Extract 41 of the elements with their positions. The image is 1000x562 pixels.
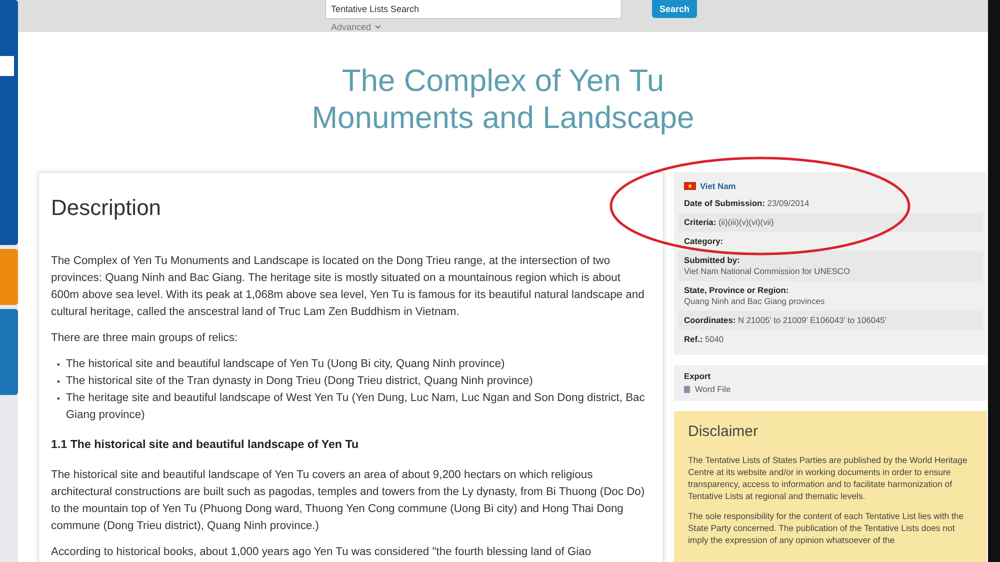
search-button[interactable]: Search	[652, 0, 697, 18]
field-label: Ref.:	[684, 334, 703, 344]
sidebar-panel	[0, 249, 18, 305]
document-icon	[684, 386, 690, 393]
country-link[interactable]: Viet Nam	[700, 181, 736, 191]
field-value: Viet Nam National Commission for UNESCO	[684, 266, 851, 277]
flag-icon	[684, 182, 696, 190]
field-label: Category:	[684, 236, 724, 246]
subheading: 1.1 The historical site and beautiful landscape of Yen Tu	[51, 438, 360, 451]
page-title: Monuments and Landscape	[312, 99, 694, 136]
field-value: N 21005' to 21009' E106043' to 106045'	[736, 315, 886, 325]
field-label: Submitted by:	[684, 255, 740, 265]
field-label: State, Province or Region:	[684, 285, 789, 295]
list-item: The heritage site and beautiful landscape of West Yen Tu (Yen Dung, Luc Nam, Luc Ngan and Son Dong district, Bac Giang province)	[66, 391, 646, 423]
field-label: Criteria:	[684, 217, 716, 227]
list-item: The historical site of the Tran dynasty in Dong Trieu (Dong Trieu district, Quang Ninh province)	[66, 374, 533, 389]
page-title: The Complex of Yen Tu	[342, 62, 664, 99]
bullet-marker: ▪	[57, 359, 60, 371]
caret-icon	[375, 25, 382, 29]
bullet-marker: ▪	[57, 376, 60, 388]
paragraph: The Complex of Yen Tu Monuments and Landscape is located on the Dong Trieu range, at the intersection of two provinces: Quang Ninh and Bac Giang. The heritage site is mostly situated on a mountainous region which is about 600m above sea level. With its peak at 1,068m above sea level, Yen Tu is famous for its beautiful natural landscape and cultural heritage, called the anscestral land of Truc Lam Zen Buddhism in Vietnam.	[51, 254, 646, 320]
paragraph: There are three main groups of relics:	[51, 331, 239, 346]
field-value: 23/09/2014	[766, 198, 810, 208]
paragraph: According to historical books, about 1,000 years ago Yen Tu was considered "the fourth blessing land of Giao	[51, 545, 592, 560]
paragraph: The historical site and beautiful landscape of Yen Tu covers an area of about 9,200 hectars on which religious architectural constructions are built such as pagodas, temples and towers from the Ly dynasty, from Bi Thuong (Doc Do) to the mountain top of Yen Tu (Phuong Dong ward, Thuong Yen Cong commune (Uong Bi city) and Hong Thai Dong commune (Dong Trieu district), Quang Ninh province.)	[51, 468, 646, 534]
field-value: Quang Ninh and Bac Giang provinces	[684, 296, 826, 307]
search-field[interactable]: Tentative Lists Search	[325, 0, 622, 19]
field-label: Date of Submission:	[684, 198, 765, 208]
word-file-link[interactable]: Word File	[695, 384, 731, 395]
paragraph: The sole responsibility for the content of each Tentative List lies with the State Party concerned. The publication of the Tentative Lists does not imply the expression of any opinion whatsoever of the	[688, 510, 965, 546]
disclaimer-heading: Disclaimer	[688, 423, 760, 440]
export-heading: Export	[684, 371, 712, 381]
section-heading: Description	[51, 195, 162, 221]
list-item: The historical site and beautiful landscape of Yen Tu (Uong Bi city, Quang Ninh province)	[66, 357, 505, 372]
sidebar-tab[interactable]	[0, 56, 14, 76]
advanced-link[interactable]: Advanced	[331, 22, 988, 32]
bullet-marker: ▪	[57, 393, 60, 405]
paragraph: The Tentative Lists of States Parties are published by the World Heritage Centre at its website and/or in working documents in order to ensure transparency, access to information and to facilitate harmonization of Tentative Lists at regional and thematic levels.	[688, 454, 968, 502]
field-value: 5040	[704, 334, 724, 344]
field-value: (ii)(iii)(v)(vi)(vii)	[717, 217, 774, 227]
field-label: Coordinates:	[684, 315, 736, 325]
